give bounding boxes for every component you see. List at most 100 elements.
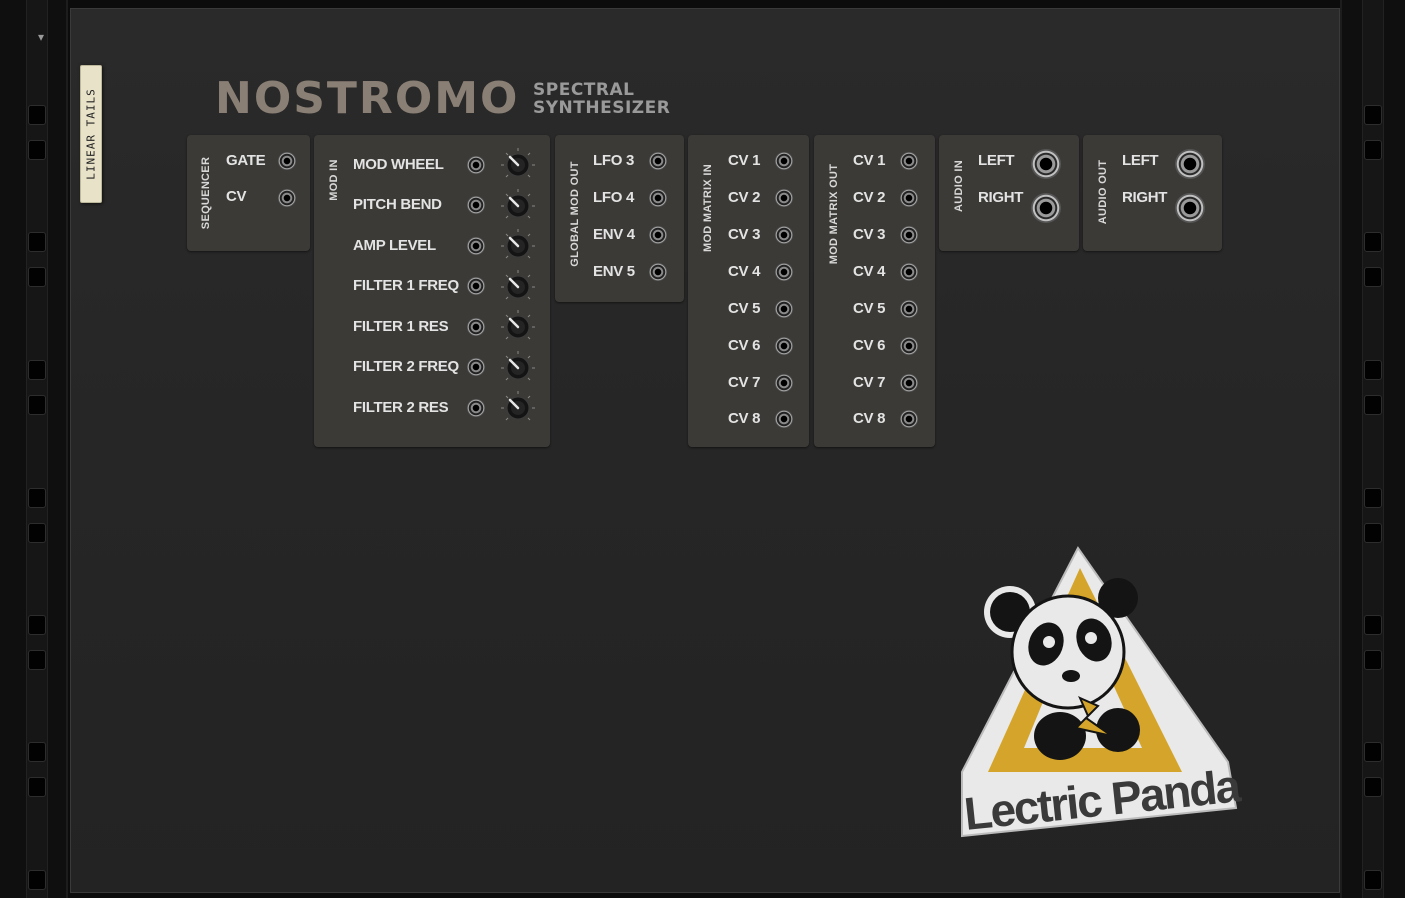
rack-hole: [28, 105, 46, 125]
rack-hole: [1364, 523, 1382, 543]
rack-hole: [28, 488, 46, 508]
filter-2-res-amount-knob[interactable]: [499, 389, 537, 427]
mod-matrix-out-cv3-jack[interactable]: [900, 226, 918, 244]
rack-hole: [28, 777, 46, 797]
mod-matrix-out-label: CV 1: [853, 152, 886, 169]
tape-label: LINEAR TAILS: [84, 88, 98, 180]
mod-wheel-amount-knob[interactable]: [499, 146, 537, 184]
sequencer-gate-jack[interactable]: [278, 152, 296, 170]
filter-1-res-amount-knob[interactable]: [499, 308, 537, 346]
lfo-4-jack[interactable]: [649, 189, 667, 207]
mod-wheel-jack[interactable]: [467, 156, 485, 174]
rack-hole: [1364, 395, 1382, 415]
mod-matrix-in-cv8-jack[interactable]: [775, 410, 793, 428]
filter-2-freq-amount-knob[interactable]: [499, 349, 537, 387]
amp-level-jack[interactable]: [467, 237, 485, 255]
global-mod-out-label: LFO 4: [593, 189, 635, 206]
mod-matrix-in-label: CV 5: [728, 300, 761, 317]
mod-matrix-in-cv1-jack[interactable]: [775, 152, 793, 170]
mod-in-label: FILTER 2 FREQ: [353, 358, 459, 375]
panda-paw-left: [1034, 712, 1086, 760]
audio-in-left-label: LEFT: [978, 152, 1015, 169]
mod-matrix-out-cv6-jack[interactable]: [900, 337, 918, 355]
mod-matrix-in-cv7-jack[interactable]: [775, 374, 793, 392]
device-name-tape[interactable]: LINEAR TAILS: [80, 65, 102, 203]
left-rail-strip: [26, 0, 48, 898]
rack-hole: [1364, 360, 1382, 380]
mod-matrix-out-cv1-jack[interactable]: [900, 152, 918, 170]
mod-matrix-out-cv8-jack[interactable]: [900, 410, 918, 428]
device-subtitle-line2: SYNTHESIZER: [533, 98, 671, 118]
right-rack-rail: [1340, 0, 1405, 898]
audio-out-left-jack[interactable]: [1175, 149, 1205, 179]
filter-1-res-jack[interactable]: [467, 318, 485, 336]
mod-matrix-in-cv4-jack[interactable]: [775, 263, 793, 281]
audio-in-right-jack[interactable]: [1031, 193, 1061, 223]
sequencer-title: SEQUENCER: [200, 156, 212, 230]
mod-matrix-out-cv2-jack[interactable]: [900, 189, 918, 207]
mod-matrix-in-cv3-jack[interactable]: [775, 226, 793, 244]
sequencer-gate-label: GATE: [226, 152, 266, 169]
rack-hole: [1364, 105, 1382, 125]
rack-hole: [1364, 742, 1382, 762]
global-mod-out-label: ENV 4: [593, 226, 635, 243]
global-mod-out-label: ENV 5: [593, 263, 635, 280]
filter-2-res-jack[interactable]: [467, 399, 485, 417]
mod-matrix-in-label: CV 7: [728, 374, 761, 391]
fold-toggle-icon[interactable]: ▾: [38, 30, 44, 44]
rack-hole: [28, 360, 46, 380]
mod-in-label: FILTER 1 FREQ: [353, 277, 459, 294]
rack-hole: [28, 650, 46, 670]
mod-matrix-in-title: MOD MATRIX IN: [702, 163, 714, 253]
mod-matrix-out-label: CV 5: [853, 300, 886, 317]
rack-hole: [1364, 615, 1382, 635]
mod-matrix-in-label: CV 6: [728, 337, 761, 354]
env-5-jack[interactable]: [649, 263, 667, 281]
audio-in-right-label: RIGHT: [978, 189, 1024, 206]
env-4-jack[interactable]: [649, 226, 667, 244]
audio-out-right-jack[interactable]: [1175, 193, 1205, 223]
mod-matrix-out-label: CV 2: [853, 189, 886, 206]
rack-hole: [28, 615, 46, 635]
lectric-panda-sticker: Lectric Panda: [961, 546, 1242, 840]
mod-matrix-in-label: CV 3: [728, 226, 761, 243]
amp-level-amount-knob[interactable]: [499, 227, 537, 265]
mod-matrix-out-cv7-jack[interactable]: [900, 374, 918, 392]
rack-hole: [28, 870, 46, 890]
mod-matrix-out-cv5-jack[interactable]: [900, 300, 918, 318]
right-rail-strip: [1362, 0, 1384, 898]
rack-hole: [1364, 870, 1382, 890]
mod-matrix-out-cv4-jack[interactable]: [900, 263, 918, 281]
mod-matrix-out-label: CV 7: [853, 374, 886, 391]
audio-out-right-label: RIGHT: [1122, 189, 1168, 206]
mod-in-title: MOD IN: [328, 159, 340, 201]
rack-hole: [28, 267, 46, 287]
mod-matrix-in-cv6-jack[interactable]: [775, 337, 793, 355]
pitch-bend-amount-knob[interactable]: [499, 187, 537, 225]
mod-matrix-in-label: CV 1: [728, 152, 761, 169]
audio-in-title: AUDIO IN: [953, 160, 965, 212]
mod-matrix-out-title: MOD MATRIX OUT: [828, 163, 840, 265]
filter-1-freq-amount-knob[interactable]: [499, 268, 537, 306]
rack-hole: [28, 395, 46, 415]
mod-matrix-out-label: CV 8: [853, 410, 886, 427]
rack-hole: [28, 742, 46, 762]
mod-matrix-in-cv2-jack[interactable]: [775, 189, 793, 207]
rack-hole: [1364, 777, 1382, 797]
filter-1-freq-jack[interactable]: [467, 277, 485, 295]
mod-in-label: FILTER 2 RES: [353, 399, 449, 416]
pitch-bend-jack[interactable]: [467, 196, 485, 214]
rack-hole: [1364, 267, 1382, 287]
audio-in-left-jack[interactable]: [1031, 149, 1061, 179]
filter-2-freq-jack[interactable]: [467, 358, 485, 376]
mod-matrix-in-cv5-jack[interactable]: [775, 300, 793, 318]
rack-hole: [28, 523, 46, 543]
mod-in-label: FILTER 1 RES: [353, 318, 449, 335]
mod-matrix-out-label: CV 3: [853, 226, 886, 243]
rack-hole: [1364, 650, 1382, 670]
audio-out-left-label: LEFT: [1122, 152, 1159, 169]
mod-in-label: PITCH BEND: [353, 196, 442, 213]
device-subtitle-line1: SPECTRAL: [533, 80, 635, 100]
lfo-3-jack[interactable]: [649, 152, 667, 170]
sequencer-cv-jack[interactable]: [278, 189, 296, 207]
